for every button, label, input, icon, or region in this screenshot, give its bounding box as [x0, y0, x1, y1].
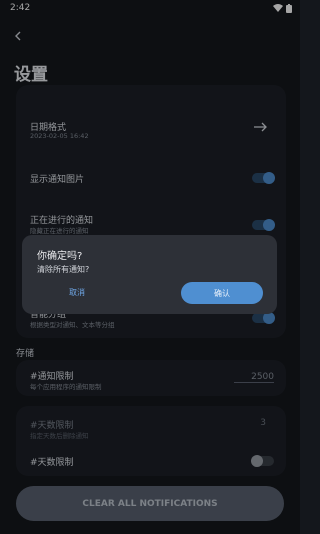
clear-all-button[interactable]: CLEAR ALL NOTIFICATIONS: [16, 486, 284, 521]
confirm-button[interactable]: 确认: [181, 282, 263, 304]
toggle-knob: [263, 172, 275, 184]
days-limit-toggle[interactable]: [251, 455, 274, 467]
toggle-knob: [251, 455, 263, 467]
show-image-label: 显示通知图片: [30, 175, 85, 185]
ongoing-sub: 隐藏正在进行的通知: [30, 227, 89, 235]
storage-card: #通知限制 每个应用程序的通知限制 2500: [16, 360, 286, 396]
status-time: 2:42: [10, 3, 31, 13]
days-limit-sub: 指定天数后删除通知: [30, 432, 89, 440]
back-button[interactable]: [14, 30, 22, 44]
dialog-title: 你确定吗?: [37, 251, 83, 262]
smart-grouping-toggle[interactable]: [252, 312, 275, 324]
ongoing-toggle[interactable]: [252, 219, 275, 231]
page-title: 设置: [14, 65, 48, 85]
status-icons: [273, 4, 292, 13]
wifi-icon: [273, 4, 283, 12]
days-limit-input[interactable]: 3: [260, 418, 266, 428]
show-image-toggle[interactable]: [252, 172, 275, 184]
status-bar: 2:42: [0, 0, 300, 18]
days-card: #天数限制 指定天数后删除通知 3 #天数限制: [16, 406, 286, 476]
back-arrow-icon: [15, 31, 21, 41]
confirm-dialog: 你确定吗? 清除所有通知? 取消 确认: [22, 235, 277, 314]
arrow-right-icon[interactable]: [254, 122, 268, 132]
dialog-message: 清除所有通知?: [37, 265, 90, 274]
date-format-value: 2023-02-05 16:42: [30, 132, 89, 140]
smart-grouping-sub: 根据类型对通知、文本等分组: [30, 321, 115, 329]
cancel-button[interactable]: 取消: [69, 287, 85, 298]
toggle-knob: [263, 219, 275, 231]
storage-section-title: 存储: [16, 349, 35, 359]
battery-icon: [286, 4, 292, 13]
notification-limit-sub: 每个应用程序的通知限制: [30, 383, 102, 391]
notification-limit-input[interactable]: 2500: [234, 372, 274, 383]
days-limit-toggle-label: #天数限制: [30, 458, 74, 468]
